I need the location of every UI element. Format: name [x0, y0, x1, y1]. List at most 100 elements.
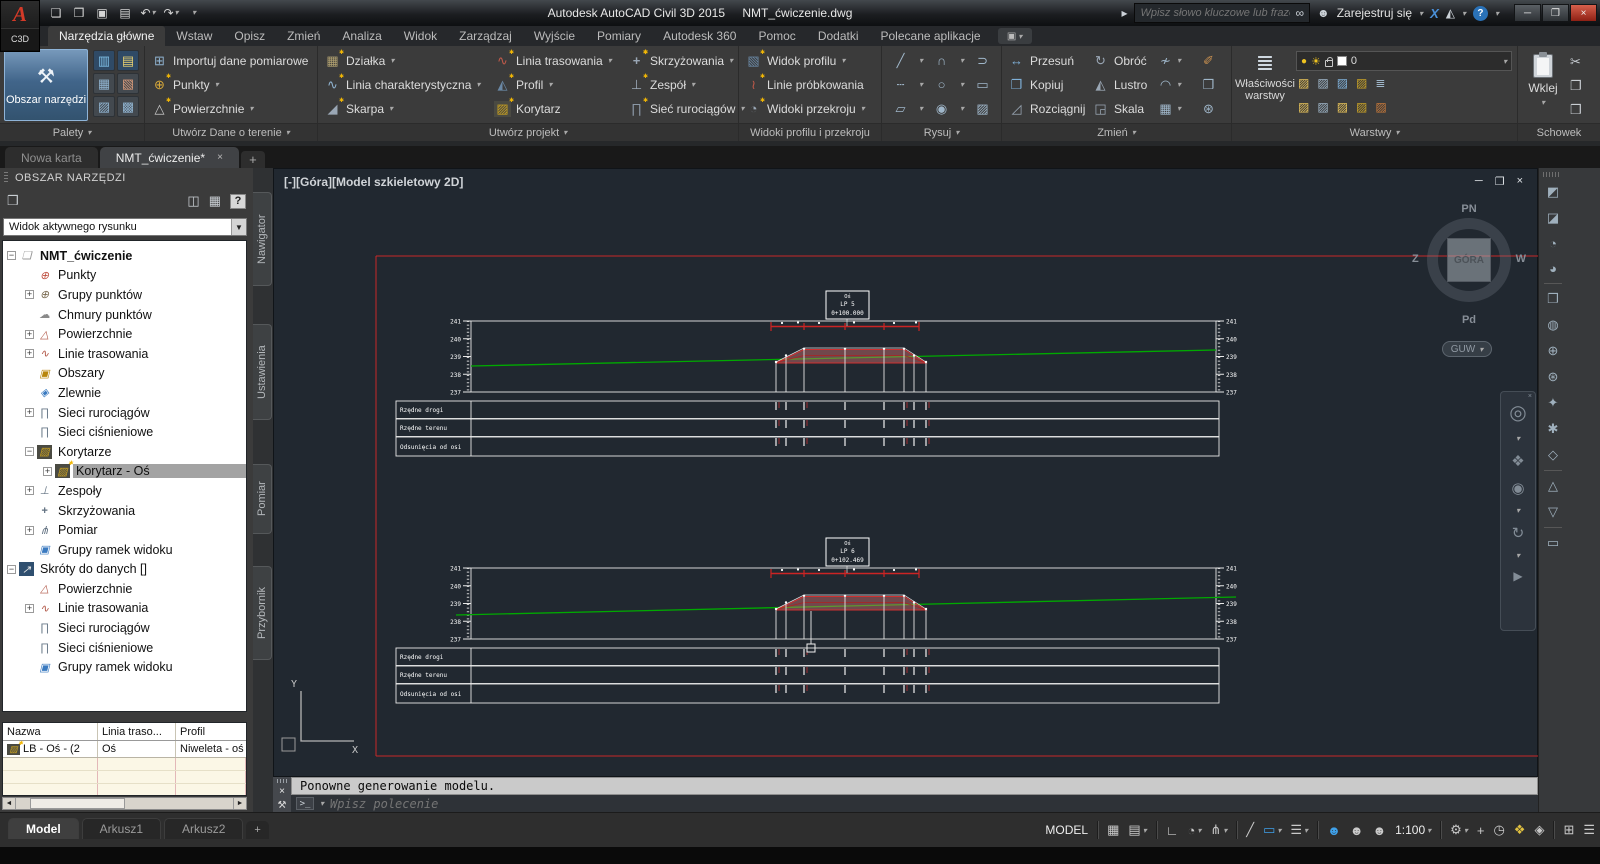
- scale-selector[interactable]: 1:100: [1395, 823, 1431, 837]
- list-row[interactable]: LB - Oś - (2 Oś Niweleta - oś: [3, 741, 246, 758]
- wrench-icon[interactable]: [278, 800, 287, 811]
- fullscreen-icon[interactable]: [1563, 822, 1574, 838]
- command-grip[interactable]: [277, 779, 287, 783]
- zoom-caret-icon[interactable]: [1516, 506, 1520, 515]
- alignment-button[interactable]: Linia trasowania: [494, 49, 612, 72]
- quick-properties-icon[interactable]: [1514, 822, 1526, 838]
- tree-item-sc-sieci-cisnieniowe[interactable]: Sieci ciśnieniowe: [3, 638, 246, 658]
- toolspace-help-icon[interactable]: ?: [230, 194, 246, 209]
- ellipse-icon[interactable]: [933, 101, 950, 117]
- copy-clip-icon[interactable]: [1570, 78, 1582, 94]
- cut-icon[interactable]: [1570, 54, 1581, 70]
- tree-item-skrzyzowania[interactable]: Skrzyżowania: [3, 501, 246, 521]
- survey-toolspace-icon[interactable]: [93, 73, 115, 94]
- layer-thaw-icon[interactable]: [1337, 100, 1348, 114]
- navbar-close-icon[interactable]: ×: [1528, 393, 1532, 400]
- scroll-right-icon[interactable]: ►: [233, 798, 246, 809]
- construction-line-icon[interactable]: [892, 77, 909, 93]
- tree-item-chmury-punktow[interactable]: Chmury punktów: [3, 305, 246, 325]
- expand-toggle[interactable]: [25, 408, 34, 417]
- expand-toggle[interactable]: [25, 290, 34, 299]
- layer-match-icon[interactable]: [1375, 100, 1386, 114]
- tab-widok[interactable]: Widok: [393, 26, 448, 46]
- drawing-canvas[interactable]: 241 240 239 238 237 241 240 239 238 237: [274, 169, 1539, 778]
- signin-caret-icon[interactable]: [1419, 9, 1423, 18]
- pan-icon[interactable]: [1511, 452, 1524, 470]
- geolocation-icon[interactable]: [1541, 312, 1565, 338]
- ucs-selector-button[interactable]: GUW: [1442, 341, 1492, 357]
- viewcube-top-face[interactable]: GÓRA: [1447, 238, 1491, 282]
- tree-item-grupy-ramek[interactable]: Grupy ramek widoku: [3, 540, 246, 560]
- minimize-button[interactable]: ─: [1514, 4, 1541, 22]
- layout-tab-arkusz1[interactable]: Arkusz1: [82, 818, 161, 839]
- close-button[interactable]: ×: [1570, 4, 1597, 22]
- tree-item-obszary[interactable]: Obszary: [3, 364, 246, 384]
- redo-button[interactable]: [161, 3, 181, 22]
- palette-grip[interactable]: [4, 172, 8, 184]
- expand-toggle[interactable]: [25, 526, 34, 535]
- layer-isolate-icon[interactable]: [1317, 76, 1328, 90]
- tab-pomiar[interactable]: Pomiar: [253, 464, 272, 534]
- workspace-switcher[interactable]: [1450, 822, 1468, 838]
- arc-icon[interactable]: [933, 53, 950, 69]
- data-shortcuts-toolbar-icon[interactable]: [187, 193, 199, 209]
- toolspace-header[interactable]: OBSZAR NARZĘDZI: [0, 168, 253, 188]
- selector-caret-icon[interactable]: ▼: [231, 219, 246, 235]
- command-close-icon[interactable]: ×: [279, 786, 285, 797]
- content-browser-icon[interactable]: [117, 73, 139, 94]
- layer-freeze-icon[interactable]: [1337, 76, 1348, 90]
- panel-label-palety[interactable]: Palety: [0, 123, 144, 141]
- col-nazwa[interactable]: Nazwa: [3, 723, 98, 740]
- tree-item-drawing-root[interactable]: NMT_ćwiczenie: [3, 246, 246, 266]
- properties-palette-icon[interactable]: [93, 50, 115, 71]
- navigation-wheel-icon[interactable]: [1509, 400, 1526, 425]
- point-create-icon[interactable]: [1541, 338, 1565, 364]
- feature-line-button[interactable]: Linia charakterystyczna: [324, 73, 480, 96]
- undo-button[interactable]: [138, 3, 158, 22]
- panel-label-utworz-dane[interactable]: Utwórz Dane o terenie: [145, 123, 317, 141]
- surfaces-button[interactable]: Powierzchnie: [151, 97, 253, 120]
- expand-toggle[interactable]: [25, 447, 34, 456]
- panel-label-widoki[interactable]: Widoki profilu i przekroju: [739, 123, 881, 141]
- corridor-section[interactable]: [776, 597, 926, 611]
- col-linia-traso[interactable]: Linia traso...: [98, 723, 176, 740]
- customization-menu-icon[interactable]: [1583, 822, 1595, 838]
- compass-east[interactable]: W: [1516, 253, 1526, 265]
- tab-opisz[interactable]: Opisz: [223, 26, 276, 46]
- tree-item-korytarze[interactable]: Korytarze: [3, 442, 246, 462]
- tree-item-sc-grupy-ramek[interactable]: Grupy ramek widoku: [3, 657, 246, 677]
- orbit-caret-icon[interactable]: [1516, 551, 1520, 560]
- open-drawing-icon[interactable]: [7, 193, 19, 209]
- plot-icon[interactable]: [115, 3, 135, 22]
- ortho-icon[interactable]: [1166, 823, 1179, 838]
- tab-wstaw[interactable]: Wstaw: [165, 26, 223, 46]
- tab-dodatki[interactable]: Dodatki: [807, 26, 870, 46]
- panel-label-warstwy[interactable]: Warstwy: [1232, 123, 1517, 141]
- intersections-button[interactable]: Skrzyżowania: [628, 49, 733, 72]
- marker-tool-icon[interactable]: [1541, 442, 1565, 468]
- polyline-icon[interactable]: [974, 53, 991, 69]
- signin-button[interactable]: Zarejestruj się: [1337, 6, 1412, 20]
- showmotion-icon[interactable]: [1513, 569, 1522, 583]
- tab-nawigator[interactable]: Nawigator: [253, 192, 272, 286]
- tree-item-sc-sieci-rurociagow[interactable]: Sieci rurociągów: [3, 618, 246, 638]
- panel-label-zmien[interactable]: Zmień: [1002, 123, 1231, 141]
- points-button[interactable]: Punkty: [151, 73, 219, 96]
- zoom-icon[interactable]: [1511, 479, 1524, 497]
- pipe-network-button[interactable]: Sieć rurociągów: [628, 97, 744, 120]
- boundary-tool-icon[interactable]: [1541, 530, 1565, 556]
- tree-item-powierzchnie[interactable]: Powierzchnie: [3, 324, 246, 344]
- tree-item-pomiar[interactable]: Pomiar: [3, 520, 246, 540]
- tab-autodesk360[interactable]: Autodesk 360: [652, 26, 747, 46]
- expand-toggle[interactable]: [25, 330, 34, 339]
- tree-item-punkty[interactable]: Punkty: [3, 266, 246, 286]
- tab-zarzadzaj[interactable]: Zarządzaj: [448, 26, 523, 46]
- circle-icon[interactable]: [933, 77, 950, 93]
- section-view-lp5[interactable]: 241 240 239 238 237 241 240 239 238 237: [396, 291, 1237, 456]
- paste-button[interactable]: Wklej: [1524, 54, 1562, 116]
- file-tab-active[interactable]: NMT_ćwiczenie* ×: [100, 147, 239, 168]
- fillet-icon[interactable]: [1157, 77, 1174, 93]
- layer-combo-caret-icon[interactable]: [1503, 57, 1507, 66]
- command-prompt-icon[interactable]: [296, 797, 314, 810]
- model-space-viewport[interactable]: 241 240 239 238 237 241 240 239 238 237: [273, 168, 1538, 777]
